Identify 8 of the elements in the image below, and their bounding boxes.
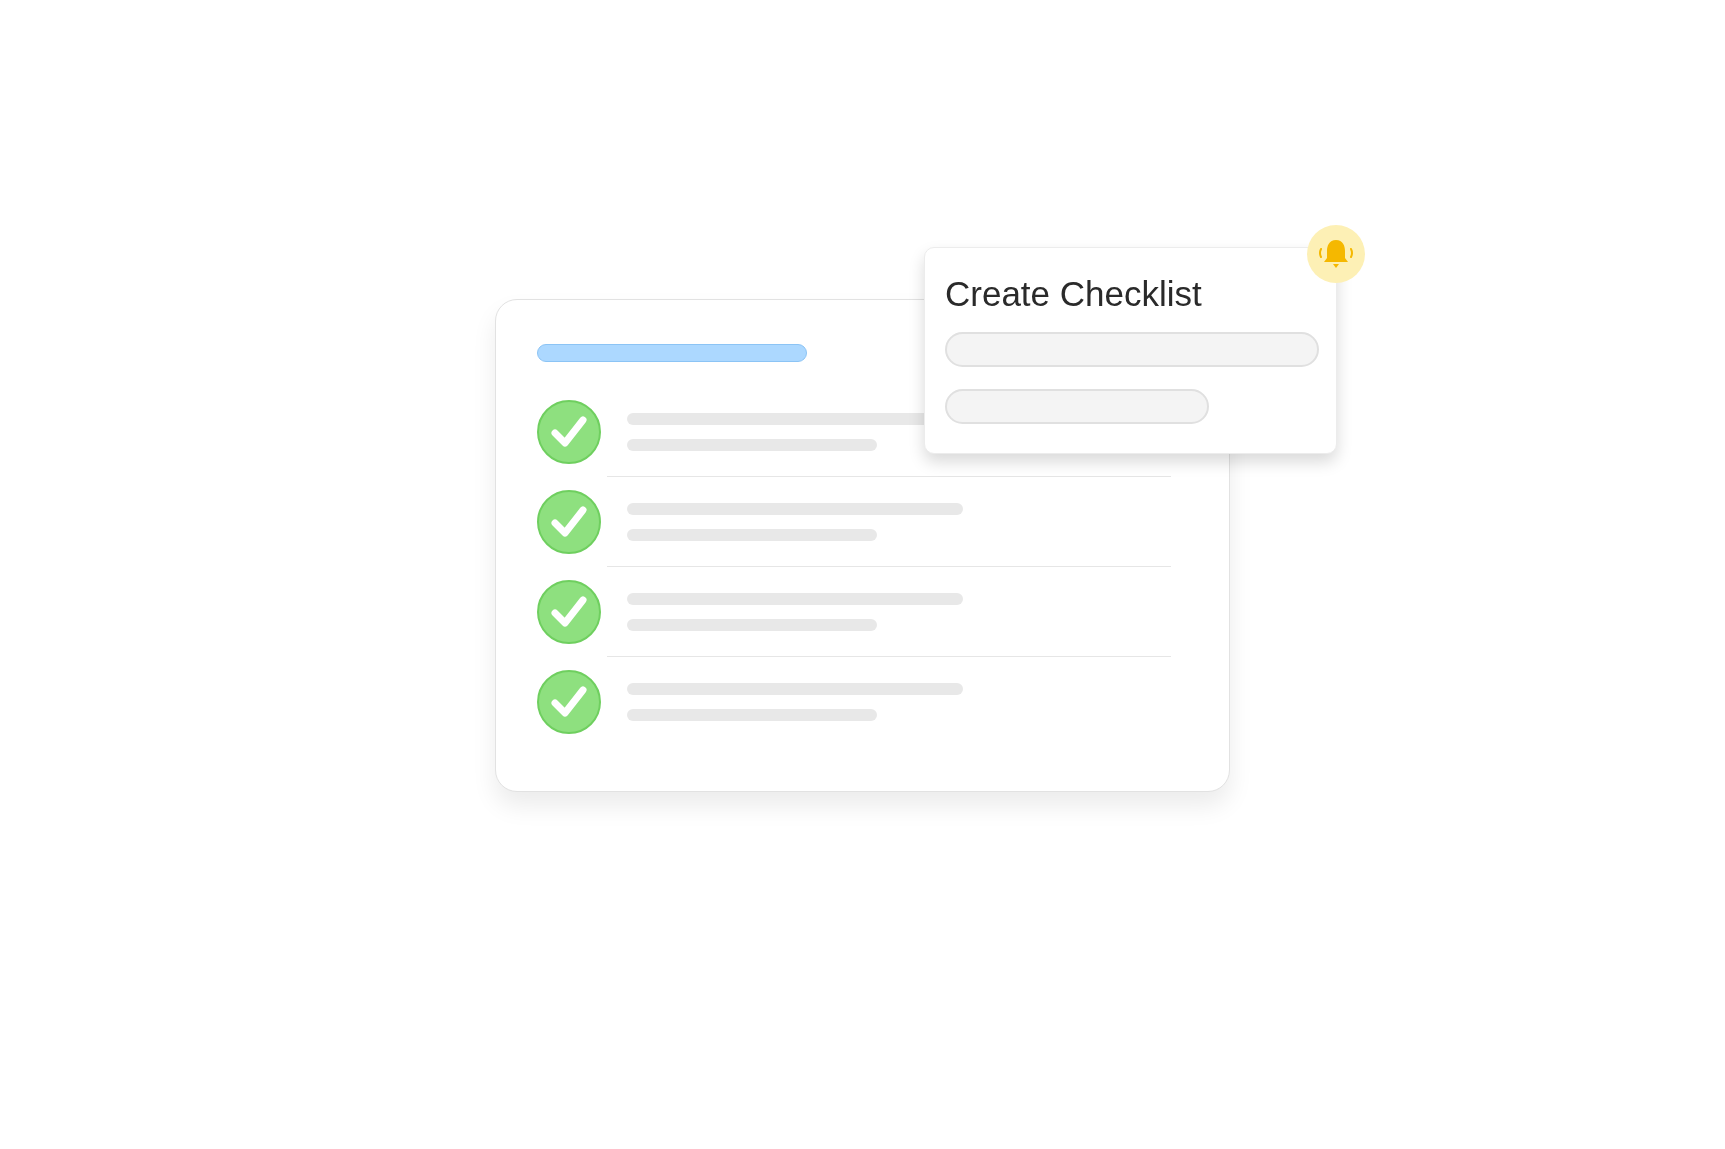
- input-field[interactable]: [945, 389, 1209, 424]
- checkmark-icon[interactable]: [537, 490, 601, 554]
- checkmark-icon[interactable]: [537, 670, 601, 734]
- checkmark-icon[interactable]: [537, 580, 601, 644]
- bell-icon[interactable]: [1307, 225, 1365, 283]
- input-field[interactable]: [945, 332, 1319, 367]
- checkmark-icon[interactable]: [537, 400, 601, 464]
- dialog-title: Create Checklist: [945, 274, 1203, 314]
